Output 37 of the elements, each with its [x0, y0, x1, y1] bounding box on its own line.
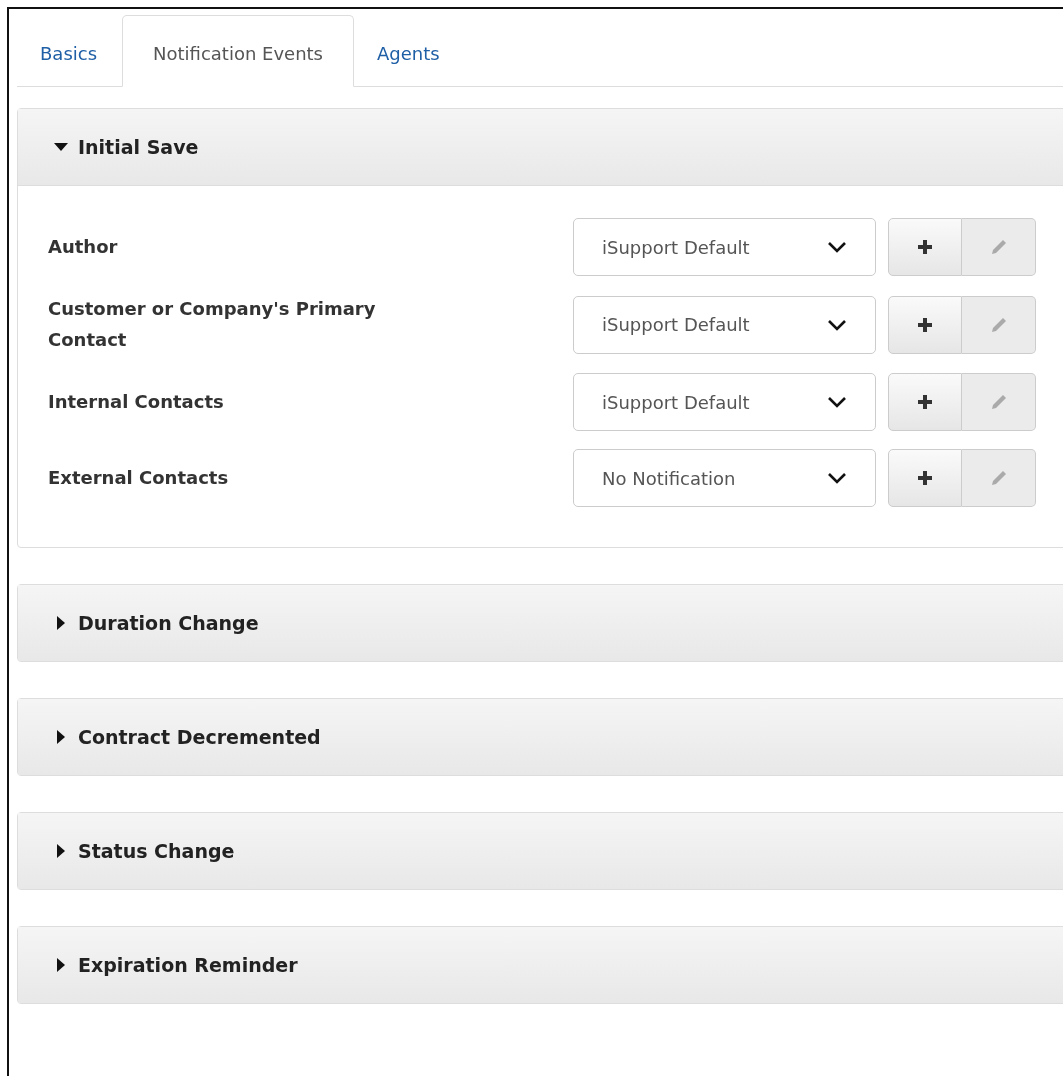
tab[interactable]: Notification Events: [122, 15, 354, 87]
field-label: Author: [48, 234, 119, 259]
section-header[interactable]: Duration Change: [18, 585, 1063, 662]
field-label: External Contacts: [48, 465, 230, 490]
pencil-icon: [990, 394, 1007, 411]
plus-icon: [917, 470, 933, 487]
pencil-icon: [990, 316, 1007, 333]
dropdown[interactable]: No Notification: [573, 449, 876, 508]
tab[interactable]: Basics: [17, 15, 121, 87]
section-title: Initial Save: [78, 136, 199, 158]
field-label: Internal Contacts: [48, 389, 225, 414]
chevron-down-icon: [827, 241, 847, 253]
chevron-down-icon: [827, 396, 847, 409]
tab[interactable]: Agents: [354, 15, 463, 87]
section-title: Expiration Reminder: [78, 954, 298, 977]
plus-icon: [917, 394, 933, 411]
add-button[interactable]: [888, 373, 962, 432]
pencil-icon: [990, 470, 1007, 487]
dropdown[interactable]: iSupport Default: [573, 373, 876, 432]
section-title: Contract Decremented: [78, 726, 321, 749]
section-header[interactable]: Contract Decremented: [18, 699, 1063, 776]
chevron-down-icon: [827, 472, 847, 485]
section-header[interactable]: Expiration Reminder: [18, 927, 1063, 1004]
section-title: Status Change: [78, 840, 235, 863]
add-button[interactable]: [888, 218, 962, 276]
section-header[interactable]: Initial Save: [18, 109, 1063, 185]
add-button[interactable]: [888, 449, 962, 508]
dropdown[interactable]: iSupport Default: [573, 295, 876, 354]
section-header[interactable]: Status Change: [18, 813, 1063, 890]
add-button[interactable]: [888, 295, 962, 354]
plus-icon: [917, 239, 933, 255]
section-title: Duration Change: [78, 612, 259, 635]
pencil-icon: [990, 239, 1007, 255]
field-label: Customer or Company's Primary Contact: [48, 297, 377, 352]
chevron-down-icon: [827, 318, 847, 331]
plus-icon: [917, 316, 933, 333]
dropdown[interactable]: iSupport Default: [573, 218, 876, 276]
